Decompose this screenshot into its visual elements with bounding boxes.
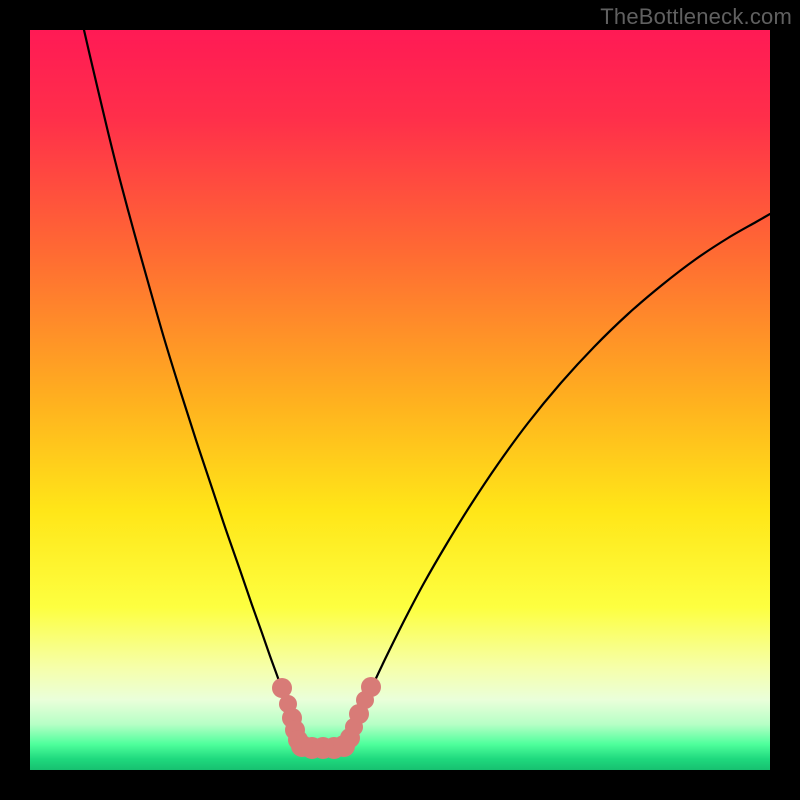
- marker-dot: [333, 735, 355, 757]
- chart-frame: TheBottleneck.com: [0, 0, 800, 800]
- watermark-text: TheBottleneck.com: [600, 4, 792, 30]
- marker-dot: [361, 677, 381, 697]
- plot-area: [30, 30, 770, 770]
- gradient-background: [30, 30, 770, 770]
- chart-svg: [30, 30, 770, 770]
- marker-dot: [272, 678, 292, 698]
